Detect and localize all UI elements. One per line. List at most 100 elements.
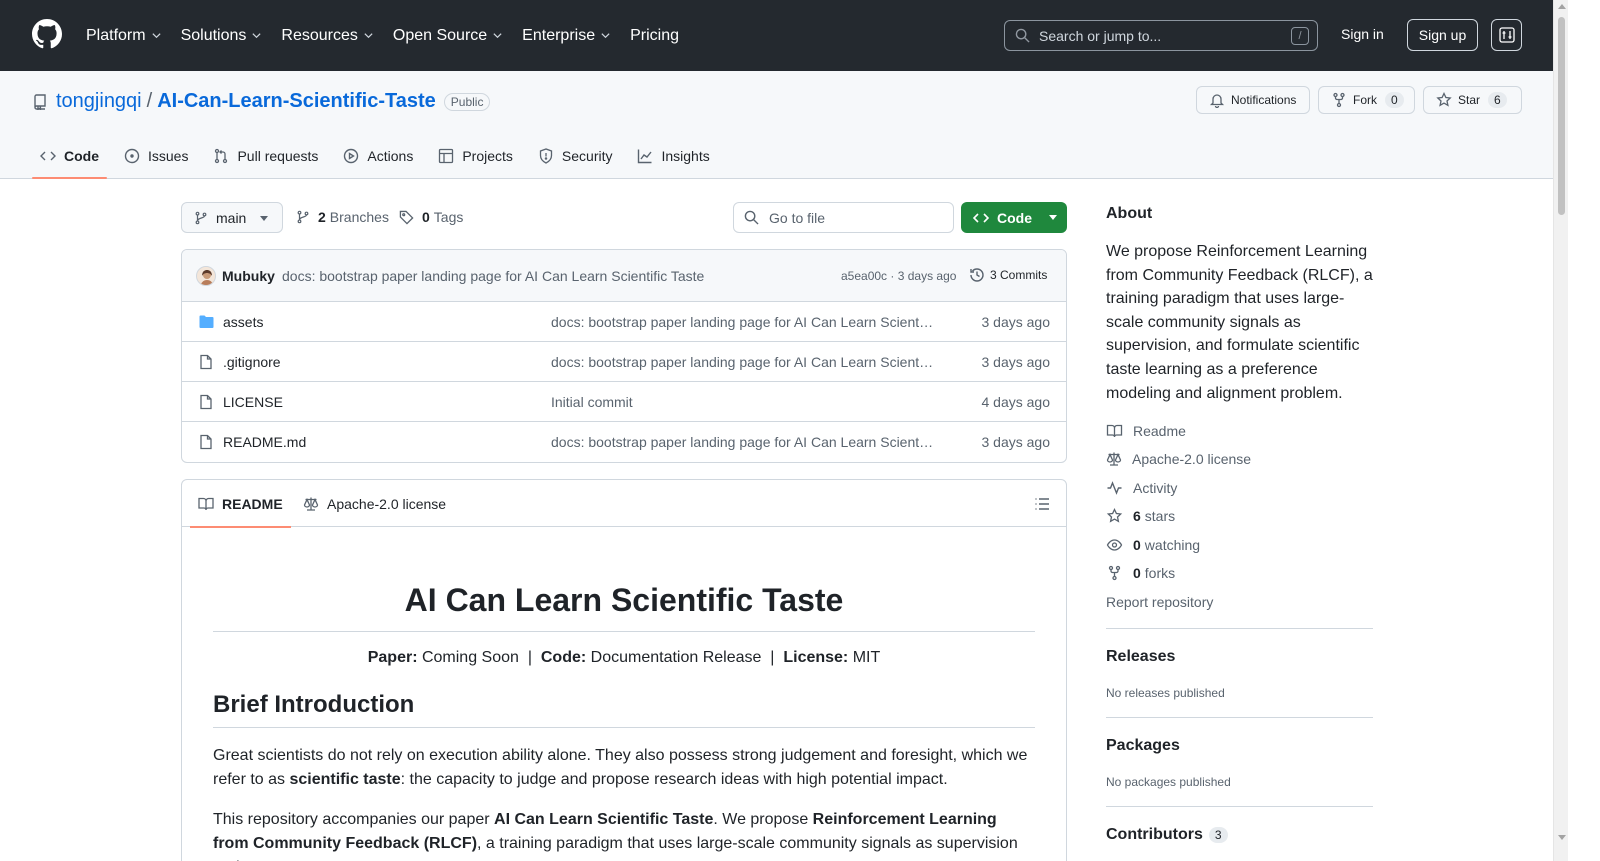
tab-issues[interactable]: Issues — [116, 133, 196, 179]
text-run: : the capacity to judge and propose rese… — [400, 771, 948, 788]
watching-link[interactable]: 0 watching — [1106, 537, 1200, 553]
bell-icon — [1209, 94, 1225, 108]
tab-security[interactable]: Security — [530, 133, 621, 179]
commit-hash-age[interactable]: a5ea00c · 3 days ago — [841, 269, 956, 283]
scroll-up-arrow-icon[interactable] — [1558, 4, 1566, 9]
github-logo-icon[interactable] — [32, 19, 62, 49]
releases-heading[interactable]: Releases — [1106, 648, 1175, 666]
forks-link[interactable]: 0 forks — [1106, 565, 1175, 581]
watching-label: watching — [1144, 537, 1201, 553]
packages-heading[interactable]: Packages — [1106, 737, 1180, 755]
commits-history-link[interactable]: 3 Commits — [969, 267, 1047, 283]
tags-label: Tags — [433, 209, 464, 225]
table-row[interactable]: README.md docs: bootstrap paper landing … — [182, 422, 1066, 462]
tab-license-label: Apache-2.0 license — [327, 495, 447, 512]
pulse-icon — [1107, 481, 1122, 495]
avatar[interactable] — [196, 266, 216, 286]
nav-label: Open Source — [392, 26, 488, 44]
nav-label: Solutions — [180, 26, 247, 44]
readme-link[interactable]: Readme — [1106, 423, 1186, 439]
repo-owner-link[interactable]: tongjingqi — [56, 90, 142, 113]
table-row[interactable]: LICENSE Initial commit 4 days ago — [182, 382, 1066, 422]
tab-label: Actions — [367, 148, 414, 164]
branches-link[interactable]: 2 Branches — [296, 209, 389, 225]
scroll-down-arrow-icon[interactable] — [1558, 835, 1566, 840]
tab-license[interactable]: Apache-2.0 license — [303, 480, 446, 527]
forks-label: forks — [1144, 565, 1176, 581]
search-placeholder: Search or jump to... — [1039, 27, 1162, 44]
tags-link[interactable]: 0 Tags — [399, 209, 463, 225]
star-button[interactable]: Star 6 — [1423, 86, 1522, 114]
divider — [1106, 717, 1373, 718]
forks-count: 0 — [1133, 565, 1141, 581]
nav-enterprise[interactable]: Enterprise — [522, 27, 611, 45]
tab-label: Issues — [148, 148, 189, 164]
sign-in-link[interactable]: Sign in — [1341, 26, 1384, 42]
issue-icon — [124, 148, 140, 164]
nav-resources[interactable]: Resources — [281, 27, 373, 45]
fork-count: 0 — [1385, 92, 1404, 108]
file-name-link[interactable]: LICENSE — [223, 394, 283, 410]
notifications-button[interactable]: Notifications — [1196, 86, 1310, 114]
stars-link[interactable]: 6 stars — [1106, 508, 1175, 524]
nav-pricing[interactable]: Pricing — [630, 27, 679, 45]
file-name-link[interactable]: README.md — [223, 434, 306, 450]
chevron-down-icon — [364, 33, 373, 39]
file-commit-message[interactable]: Initial commit — [551, 394, 936, 410]
repo-icon — [34, 93, 46, 110]
code-button-label: Code — [997, 209, 1032, 226]
contributors-heading[interactable]: Contributors 3 — [1106, 826, 1228, 844]
commit-author-link[interactable]: Mubuky — [222, 268, 275, 284]
report-repository-link[interactable]: Report repository — [1106, 594, 1213, 610]
branches-count: 2 — [318, 209, 326, 225]
branch-name: main — [216, 209, 247, 226]
global-menu-button[interactable] — [1491, 19, 1522, 51]
commit-message-link[interactable]: docs: bootstrap paper landing page for A… — [282, 268, 704, 284]
page-scrollbar[interactable] — [1553, 0, 1568, 861]
tab-actions[interactable]: Actions — [335, 133, 421, 179]
tab-insights[interactable]: Insights — [629, 133, 717, 179]
sign-up-button[interactable]: Sign up — [1407, 19, 1478, 51]
list-icon[interactable] — [1034, 496, 1050, 512]
shield-icon — [539, 148, 553, 164]
branch-selector[interactable]: main — [181, 202, 283, 233]
nav-platform[interactable]: Platform — [86, 27, 162, 45]
readme-tabs: README Apache-2.0 license — [182, 480, 1066, 528]
tab-pull-requests[interactable]: Pull requests — [205, 133, 326, 179]
table-row[interactable]: .gitignore docs: bootstrap paper landing… — [182, 342, 1066, 382]
activity-link[interactable]: Activity — [1106, 480, 1177, 496]
meta-separator: | — [527, 649, 532, 666]
license-link[interactable]: Apache-2.0 license — [1106, 451, 1251, 467]
nav-label: Pricing — [630, 26, 679, 44]
repo-name-link[interactable]: AI-Can-Learn-Scientific-Taste — [157, 90, 436, 113]
table-row[interactable]: assets docs: bootstrap paper landing pag… — [182, 302, 1066, 342]
file-commit-message[interactable]: docs: bootstrap paper landing page for A… — [551, 434, 936, 450]
meta-license-label: License: — [783, 649, 849, 666]
activity-link-label: Activity — [1133, 480, 1178, 496]
global-header: Platform Solutions Resources Open Source… — [0, 0, 1553, 71]
go-to-file-input[interactable]: Go to file — [733, 202, 954, 233]
nav-solutions[interactable]: Solutions — [181, 27, 263, 45]
nav-open-source[interactable]: Open Source — [393, 27, 503, 45]
about-heading: About — [1106, 205, 1153, 222]
file-name-link[interactable]: assets — [223, 314, 263, 330]
table-icon — [439, 148, 454, 164]
history-icon — [970, 268, 984, 282]
fork-button[interactable]: Fork 0 — [1318, 86, 1415, 114]
global-search-input[interactable]: Search or jump to... / — [1004, 20, 1318, 51]
file-commit-message[interactable]: docs: bootstrap paper landing page for A… — [551, 354, 936, 370]
tab-readme[interactable]: README — [190, 480, 291, 528]
readme-paragraph: Great scientists do not rely on executio… — [213, 744, 1035, 792]
tab-label: Pull requests — [237, 148, 319, 164]
code-dropdown-button[interactable]: Code — [961, 202, 1067, 233]
file-commit-message[interactable]: docs: bootstrap paper landing page for A… — [551, 314, 936, 330]
book-icon — [1106, 424, 1123, 438]
file-name-link[interactable]: .gitignore — [223, 354, 281, 370]
tab-code[interactable]: Code — [32, 133, 107, 179]
scrollbar-thumb[interactable] — [1558, 17, 1565, 215]
search-icon — [744, 210, 759, 225]
nav-label: Platform — [86, 26, 146, 44]
tab-projects[interactable]: Projects — [430, 133, 521, 179]
code-icon — [40, 151, 56, 161]
tab-label: Projects — [462, 148, 513, 164]
